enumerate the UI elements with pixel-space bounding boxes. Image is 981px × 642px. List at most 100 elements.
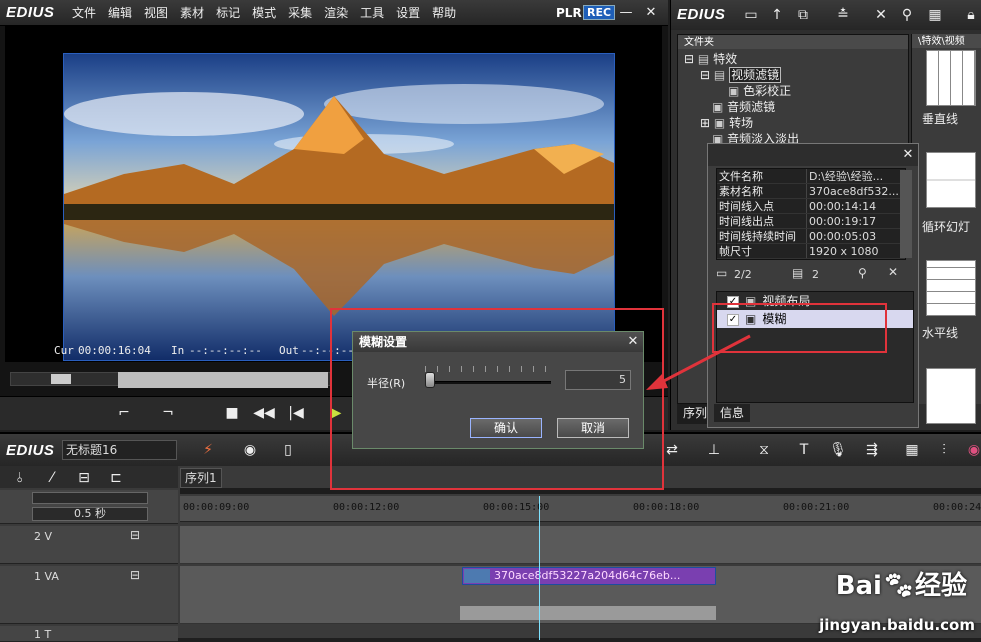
menu-capture[interactable]: 采集	[282, 0, 318, 26]
tree-item-color-correction[interactable]: ▣ 色彩校正	[684, 83, 908, 99]
effects-thumbnails: \特效\视频 垂直线 循环幻灯 水平线	[911, 34, 981, 424]
tree-item-transitions[interactable]: ⊞ ▣ 转场	[684, 115, 908, 131]
dialog-close-icon[interactable]: ✕	[623, 330, 643, 354]
thumb-loop-slide[interactable]	[926, 152, 976, 208]
render-icon[interactable]: ⇶	[860, 438, 884, 462]
tree-item-effects[interactable]: ⊟ ▤ 特效	[684, 51, 908, 67]
thumb-vertical-lines[interactable]	[926, 50, 976, 106]
tree-expander-icon[interactable]: ⊟	[700, 68, 710, 82]
tree-item-audio-filters[interactable]: ▣ 音频滤镜	[684, 99, 908, 115]
tab-info[interactable]: 信息	[714, 404, 751, 422]
rubberband-icon[interactable]: ⁄	[40, 466, 64, 490]
thumb-next[interactable]	[926, 368, 976, 424]
add-to-timeline-icon[interactable]: ≛	[831, 3, 855, 27]
view-icon[interactable]: ▦	[923, 3, 947, 27]
record-icon[interactable]: ◉	[962, 438, 981, 462]
tree-item-video-filters[interactable]: ⊟ ▤ 视频滤镜	[684, 67, 908, 83]
mic-icon[interactable]: 🎙︎	[826, 438, 850, 462]
sync-icon[interactable]: ⊏	[104, 466, 128, 490]
menu-mode[interactable]: 模式	[246, 0, 282, 26]
table-row: 时间线持续时间 00:00:05:03	[717, 229, 905, 244]
properties-icon[interactable]: ⚲	[895, 3, 919, 27]
track-lock-icon[interactable]: ⊟	[130, 528, 140, 542]
waveform-icon[interactable]: ⊟	[72, 466, 96, 490]
property-key: 时间线出点	[717, 214, 807, 228]
radius-slider[interactable]	[425, 381, 551, 384]
new-icon[interactable]: ▯	[276, 438, 300, 462]
close-icon[interactable]: ✕	[641, 1, 661, 25]
up-icon[interactable]: ↑	[765, 3, 789, 27]
ok-button[interactable]: 确认	[470, 418, 542, 438]
zoom-select[interactable]: 0.5 秒	[32, 507, 148, 521]
step-back-icon[interactable]: |◀	[284, 401, 308, 425]
position-bar[interactable]	[118, 372, 328, 388]
mixer-icon[interactable]: ⫰	[8, 466, 32, 490]
marker-icon[interactable]: ⊥	[702, 438, 726, 462]
radius-input[interactable]: 5	[565, 370, 631, 390]
magic-icon[interactable]: ⚡︎	[196, 438, 220, 462]
info-close-icon[interactable]: ✕	[898, 143, 918, 167]
layer-count: 2/2	[734, 268, 752, 281]
tree-expander-icon[interactable]: ⊟	[684, 52, 694, 66]
audio-clip[interactable]	[460, 606, 716, 620]
properties-scrollbar[interactable]	[900, 170, 912, 258]
radius-label: 半径(R)	[367, 377, 406, 390]
project-name-field[interactable]: 无标题16	[62, 440, 177, 460]
property-key: 素材名称	[717, 184, 807, 198]
camera-icon[interactable]: ◉	[238, 438, 262, 462]
track-header-1t[interactable]: 1 T	[0, 626, 178, 642]
filter-list-icon: ▤	[792, 266, 804, 280]
rec-label[interactable]: REC	[583, 5, 616, 20]
cancel-button[interactable]: 取消	[557, 418, 629, 438]
video-clip[interactable]: 370ace8df53227a204d64c76eb...	[462, 567, 716, 585]
clip-label: 370ace8df53227a204d64c76eb...	[494, 569, 681, 582]
split-icon[interactable]: ⧖	[752, 438, 776, 462]
shuttle-handle[interactable]	[51, 374, 71, 384]
info-tabs: 信息	[708, 404, 920, 424]
property-value: D:\经验\经验...	[809, 170, 884, 183]
property-value: 1920 x 1080	[809, 245, 879, 258]
property-key: 时间线入点	[717, 199, 807, 213]
thumb-horizontal-lines[interactable]	[926, 260, 976, 316]
delete-filter-icon[interactable]: ✕	[888, 265, 898, 279]
rewind-icon[interactable]: ◀◀	[252, 401, 276, 425]
plr-label[interactable]: PLR	[556, 6, 582, 20]
info-toolbar: ▭ 2/2 ▤ 2 ⚲ ✕	[708, 264, 920, 286]
lock-icon[interactable]: 🔒︎	[959, 3, 981, 27]
menu-tools[interactable]: 工具	[354, 0, 390, 26]
delete-icon[interactable]: ✕	[869, 3, 893, 27]
menu-settings[interactable]: 设置	[390, 0, 426, 26]
folder-icon[interactable]: ▭	[739, 3, 763, 27]
menu-file[interactable]: 文件	[66, 0, 102, 26]
track-header-2v[interactable]: 2 V ⊟	[0, 526, 178, 564]
menu-render[interactable]: 渲染	[318, 0, 354, 26]
settings-icon[interactable]: ⚲	[858, 266, 867, 280]
tree-expander-icon[interactable]: ⊞	[700, 116, 710, 130]
brand-text: Bai	[835, 571, 882, 601]
set-out-icon[interactable]: ¬	[156, 401, 180, 425]
zoom-slider[interactable]	[32, 492, 148, 504]
playhead[interactable]	[539, 496, 540, 640]
track-header-1va[interactable]: 1 VA ⊟	[0, 566, 178, 624]
mixer-icon[interactable]: ⫶	[932, 438, 956, 462]
track-lane-2v[interactable]	[180, 526, 981, 564]
radius-slider-handle[interactable]	[425, 372, 435, 388]
track-name: 1 VA	[34, 570, 59, 583]
menu-marker[interactable]: 标记	[210, 0, 246, 26]
menu-help[interactable]: 帮助	[426, 0, 462, 26]
bin-toolbar: EDIUS ▭ ↑ ⧉ ≛ ✕ ⚲ ▦ 🔒︎	[671, 0, 981, 30]
copy-icon[interactable]: ⧉	[791, 3, 815, 27]
grid-icon[interactable]: ▦	[900, 438, 924, 462]
tab-sequence1[interactable]: 序列1	[180, 468, 222, 488]
track-lock-icon[interactable]: ⊟	[130, 568, 140, 582]
stop-icon[interactable]: ■	[220, 401, 244, 425]
text-icon[interactable]: T	[792, 438, 816, 462]
menu-clip[interactable]: 素材	[174, 0, 210, 26]
menu-view[interactable]: 视图	[138, 0, 174, 26]
track-name: 2 V	[34, 530, 53, 543]
minimize-icon[interactable]: —	[616, 1, 636, 25]
timeline-ruler[interactable]: 00:00:09:00 00:00:12:00 00:00:15:00 00:0…	[180, 496, 981, 522]
set-in-icon[interactable]: ⌐	[112, 401, 136, 425]
menu-edit[interactable]: 编辑	[102, 0, 138, 26]
in-timecode: --:--:--:--	[189, 344, 262, 357]
